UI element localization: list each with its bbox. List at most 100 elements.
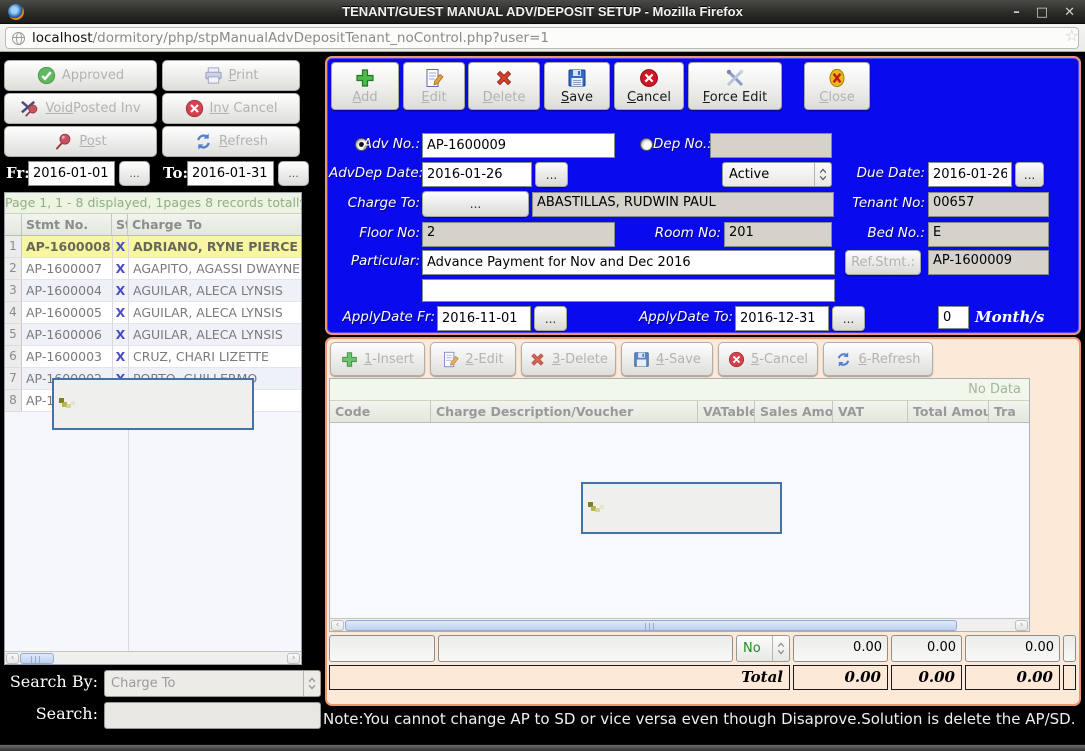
close-button[interactable]: ✕ xyxy=(1064,5,1075,20)
dep-no-radio[interactable] xyxy=(640,138,653,151)
detail-refresh-button[interactable]: 6-Refresh xyxy=(823,342,933,376)
bed-no-field: E xyxy=(928,222,1049,247)
adv-no-label: Adv No.: xyxy=(329,136,420,152)
advdep-date-browse-button[interactable]: ... xyxy=(535,162,568,187)
refresh-arrows-icon xyxy=(835,351,852,368)
dep-no-field xyxy=(710,133,832,158)
date-from-input[interactable] xyxy=(28,161,115,186)
scroll-right-icon[interactable]: › xyxy=(1015,620,1028,631)
floor-no-label: Floor No: xyxy=(329,225,420,241)
applydate-to-label: ApplyDate To: xyxy=(627,309,733,325)
particular2-input[interactable] xyxy=(422,279,835,302)
header-code[interactable]: Code xyxy=(330,401,431,422)
bookmark-star-icon[interactable]: ☆ xyxy=(1065,26,1079,45)
cancel-button[interactable]: Cancel xyxy=(614,62,684,110)
dep-no-label: Dep No.: xyxy=(653,136,707,152)
print-button[interactable]: Print xyxy=(162,60,300,91)
date-to-input[interactable] xyxy=(187,161,274,186)
applydate-to-browse-button[interactable]: ... xyxy=(832,306,865,331)
edit-notepad-icon xyxy=(442,351,459,368)
table-row[interactable]: 1 AP-1600008 X ADRIANO, RYNE PIERCE xyxy=(5,236,301,258)
header-vat[interactable]: VAT xyxy=(833,401,908,422)
entry-sales-amount-field[interactable]: 0.00 xyxy=(793,635,888,662)
force-edit-button[interactable]: Force Edit xyxy=(688,62,782,110)
header-total-amount[interactable]: Total Amount xyxy=(908,401,989,422)
adv-no-input[interactable] xyxy=(422,133,615,158)
entry-vat-field[interactable]: 0.00 xyxy=(891,635,962,662)
due-date-input[interactable] xyxy=(928,162,1012,187)
particular-input[interactable] xyxy=(422,250,835,275)
applydate-fr-input[interactable] xyxy=(437,306,531,331)
header-charge-to[interactable]: Charge To xyxy=(128,214,301,235)
left-grid-hscrollbar[interactable]: ‹ › xyxy=(5,651,301,664)
printer-icon xyxy=(204,66,223,85)
date-to-browse-button[interactable]: ... xyxy=(278,161,309,186)
charge-to-browse-button[interactable]: ... xyxy=(422,191,529,217)
scrollbar-thumb[interactable] xyxy=(20,653,54,664)
add-button[interactable]: Add xyxy=(331,62,399,110)
void-posted-inv-button[interactable]: VoidPosted Inv xyxy=(4,93,157,124)
scrollbar-thumb[interactable] xyxy=(345,620,957,631)
post-button[interactable]: Post xyxy=(4,126,157,157)
header-trans[interactable]: Tra xyxy=(989,401,1029,422)
status-select[interactable]: Active xyxy=(722,162,832,187)
entry-vatable-select[interactable]: No xyxy=(736,635,790,662)
charges-grid-hscrollbar[interactable]: ‹ › xyxy=(330,618,1029,631)
entry-total-amount-field[interactable]: 0.00 xyxy=(965,635,1060,662)
table-row[interactable]: 6 AP-1600003 X CRUZ, CHARI LIZETTE xyxy=(5,346,301,368)
table-row[interactable]: 5 AP-1600006 X AGUILAR, ALECA LYNSIS xyxy=(5,324,301,346)
table-row[interactable]: 4 AP-1600005 X AGUILAR, ALECA LYNSIS xyxy=(5,302,301,324)
broken-image-placeholder xyxy=(581,482,782,534)
header-vatable[interactable]: VATable? xyxy=(698,401,755,422)
pushpin-icon xyxy=(54,132,73,151)
address-input[interactable]: localhost/dormitory/php/stpManualAdvDepo… xyxy=(5,27,1079,49)
ref-stmt-field: AP-1600009 xyxy=(928,250,1049,275)
header-charge-description[interactable]: Charge Description/Voucher xyxy=(431,401,698,422)
detail-cancel-button[interactable]: 5-Cancel xyxy=(718,342,818,376)
refresh-button[interactable]: Refresh xyxy=(162,126,300,157)
scroll-right-icon[interactable]: › xyxy=(287,653,300,664)
table-row[interactable]: 2 AP-1600007 X AGAPITO, AGASSI DWAYNE xyxy=(5,258,301,280)
applydate-fr-label: ApplyDate Fr: xyxy=(329,309,435,325)
url-host: localhost xyxy=(32,30,93,46)
scroll-left-icon[interactable]: ‹ xyxy=(331,620,344,631)
search-input[interactable] xyxy=(104,702,321,729)
save-button[interactable]: Save xyxy=(544,62,610,110)
header-sales-amount[interactable]: Sales Amount xyxy=(755,401,833,422)
entry-description-field[interactable] xyxy=(438,635,733,662)
inv-cancel-button[interactable]: Inv Cancel xyxy=(162,93,300,124)
detail-save-button[interactable]: 4-Save xyxy=(621,342,713,376)
grid-header: Stmt No. Sta Charge To xyxy=(5,214,301,236)
applydate-to-input[interactable] xyxy=(735,306,829,331)
detail-edit-button[interactable]: 2-Edit xyxy=(430,342,516,376)
broken-image-placeholder xyxy=(52,378,254,430)
bed-no-label: Bed No.: xyxy=(845,225,925,241)
save-floppy-icon xyxy=(633,351,650,368)
detail-insert-button[interactable]: 1-Insert xyxy=(330,342,425,376)
months-input[interactable] xyxy=(938,306,969,329)
scroll-left-icon[interactable]: ‹ xyxy=(6,653,19,664)
detail-delete-button[interactable]: 3-Delete xyxy=(521,342,616,376)
no-data-status: No Data xyxy=(330,379,1029,401)
header-stmt-no[interactable]: Stmt No. xyxy=(22,214,112,235)
applydate-fr-browse-button[interactable]: ... xyxy=(534,306,567,331)
approved-button[interactable]: Approved xyxy=(4,60,157,91)
delete-button[interactable]: Delete xyxy=(468,62,540,110)
search-label: Search: xyxy=(0,704,98,723)
chevron-updown-icon xyxy=(772,636,789,661)
table-row[interactable]: 3 AP-1600004 X AGUILAR, ALECA LYNSIS xyxy=(5,280,301,302)
search-by-select[interactable]: Charge To xyxy=(104,670,321,697)
date-from-browse-button[interactable]: ... xyxy=(119,161,150,186)
charge-to-field: ABASTILLAS, RUDWIN PAUL xyxy=(532,192,834,217)
maximize-button[interactable]: □ xyxy=(1036,5,1048,20)
header-status[interactable]: Sta xyxy=(112,214,128,235)
ref-stmt-button[interactable]: Ref.Stmt.: xyxy=(845,250,921,275)
particular-label: Particular: xyxy=(329,253,420,269)
minimize-button[interactable]: – xyxy=(1013,5,1020,20)
charges-detail-panel: 1-Insert 2-Edit 3-Delete 4-Save 5-Cancel… xyxy=(325,337,1081,706)
advdep-date-input[interactable] xyxy=(422,162,532,187)
close-form-button[interactable]: Close xyxy=(804,62,870,110)
edit-button[interactable]: Edit xyxy=(403,62,465,110)
due-date-browse-button[interactable]: ... xyxy=(1015,162,1044,187)
entry-code-field[interactable] xyxy=(329,635,435,662)
